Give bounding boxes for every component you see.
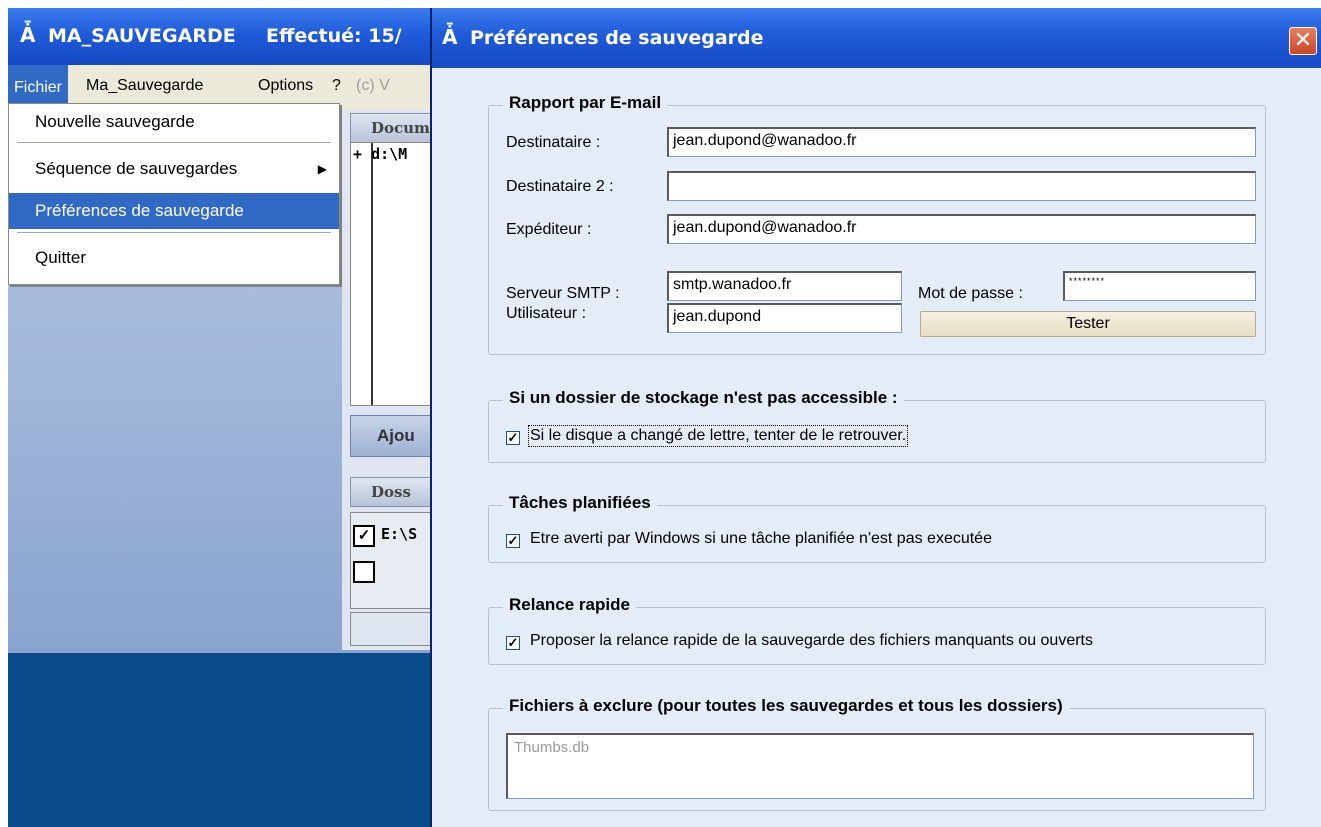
menu-item-backup-preferences[interactable]: Préférences de sauvegarde xyxy=(9,193,339,229)
password-label: Mot de passe : xyxy=(918,285,1023,302)
dialog-title: Préférences de sauvegarde xyxy=(470,27,764,49)
menu-item-quit[interactable]: Quitter xyxy=(9,240,339,276)
expand-icon[interactable]: + xyxy=(353,145,362,163)
destination-checkbox-checked[interactable]: ✓ xyxy=(353,525,375,547)
group-title: Fichiers à exclure (pour toutes les sauv… xyxy=(503,696,1069,716)
menu-help[interactable]: ? xyxy=(326,75,347,97)
list-item[interactable]: + d:\M xyxy=(353,145,407,163)
app-icon: Ǡ xyxy=(442,25,458,49)
horizontal-scrollbar[interactable] xyxy=(350,612,440,646)
documents-list[interactable]: + d:\M xyxy=(350,142,440,406)
destinations-header[interactable]: Doss xyxy=(350,477,438,507)
user-label: Utilisateur : xyxy=(506,305,587,322)
menu-separator xyxy=(17,232,331,233)
group-title: Tâches planifiées xyxy=(503,493,657,513)
sender-field[interactable]: jean.dupond@wanadoo.fr xyxy=(667,214,1256,244)
add-button[interactable]: Ajou xyxy=(350,415,438,457)
sender-label: Expéditeur : xyxy=(506,221,592,238)
smtp-label: Serveur SMTP : xyxy=(506,285,620,302)
group-title: Si un dossier de stockage n'est pas acce… xyxy=(503,388,904,408)
destinations-list[interactable]: ✓ E:\S xyxy=(350,512,440,609)
menu-ma-sauvegarde[interactable]: Ma_Sauvegarde xyxy=(80,75,209,97)
user-field[interactable]: jean.dupond xyxy=(667,303,902,333)
recipient2-label: Destinataire 2 : xyxy=(506,178,614,195)
group-title: Rapport par E-mail xyxy=(503,93,668,113)
destination-path: E:\S xyxy=(381,525,418,543)
recipient-field[interactable]: jean.dupond@wanadoo.fr xyxy=(667,127,1256,157)
test-button[interactable]: Tester xyxy=(920,311,1256,337)
submenu-arrow-icon: ▶ xyxy=(317,162,327,176)
quick-restart-checkbox[interactable]: ✓ xyxy=(506,636,520,650)
menu-options[interactable]: Options xyxy=(252,75,319,97)
menu-item-label: Nouvelle sauvegarde xyxy=(35,112,195,131)
storage-option-label[interactable]: Si le disque a changé de lettre, tenter … xyxy=(527,425,909,447)
group-title: Relance rapide xyxy=(503,595,636,615)
recipient2-field[interactable] xyxy=(667,171,1256,201)
menu-separator xyxy=(17,142,331,143)
main-titlebar: Ǡ MA_SAUVEGARDE Effectué: 15/ xyxy=(8,8,438,65)
storage-checkbox[interactable]: ✓ xyxy=(506,431,520,445)
menu-item-label: Quitter xyxy=(35,248,87,267)
smtp-field[interactable]: smtp.wanadoo.fr xyxy=(667,271,902,301)
menu-copyright: (c) V xyxy=(356,77,390,94)
menu-item-label: Préférences de sauvegarde xyxy=(35,201,244,220)
dialog-titlebar[interactable]: Ǡ Préférences de sauvegarde ✕ xyxy=(432,8,1321,68)
close-icon: ✕ xyxy=(1293,28,1313,53)
desktop-background xyxy=(8,653,438,827)
menu-item-new-backup[interactable]: Nouvelle sauvegarde xyxy=(9,104,339,140)
exclude-files-textarea[interactable]: Thumbs.db xyxy=(506,733,1254,799)
recipient-label: Destinataire : xyxy=(506,134,601,151)
app-icon: Ǡ xyxy=(20,23,36,47)
document-path: d:\M xyxy=(371,145,408,163)
scheduled-option-label[interactable]: Etre averti par Windows si une tâche pla… xyxy=(530,530,992,548)
documents-header[interactable]: Docum xyxy=(350,113,438,143)
last-backup-status: Effectué: 15/ xyxy=(266,25,402,47)
list-divider xyxy=(371,143,373,405)
file-menu-dropdown: Nouvelle sauvegarde Séquence de sauvegar… xyxy=(8,103,340,285)
destination-checkbox-empty[interactable] xyxy=(353,561,375,583)
password-field[interactable]: ******** xyxy=(1063,271,1256,301)
scheduled-checkbox[interactable]: ✓ xyxy=(506,534,520,548)
menu-item-label: Séquence de sauvegardes xyxy=(35,159,238,178)
menu-item-backup-sequence[interactable]: Séquence de sauvegardes ▶ xyxy=(9,151,339,187)
close-button[interactable]: ✕ xyxy=(1289,27,1317,55)
preferences-dialog: Ǡ Préférences de sauvegarde ✕ Rapport pa… xyxy=(430,8,1321,827)
main-window-title: MA_SAUVEGARDE xyxy=(48,25,236,47)
quick-restart-option-label[interactable]: Proposer la relance rapide de la sauvega… xyxy=(530,632,1093,650)
